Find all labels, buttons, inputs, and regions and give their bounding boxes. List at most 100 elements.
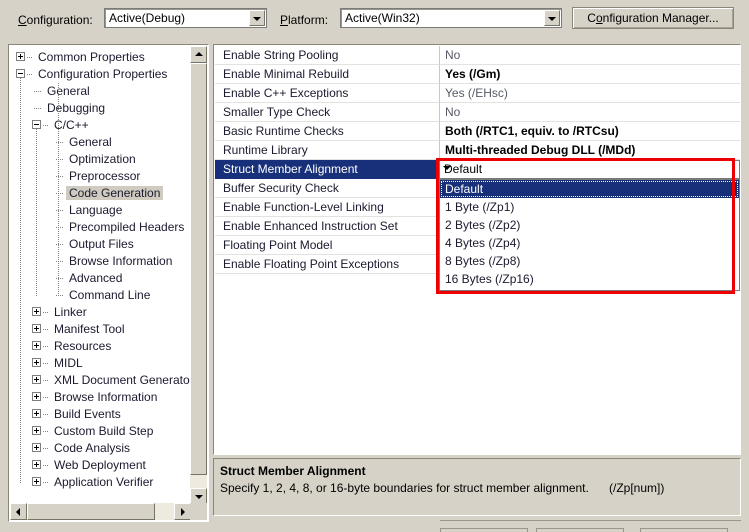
property-name: Struct Member Alignment	[215, 160, 439, 179]
tree-item-preprocessor[interactable]: Preprocessor	[66, 168, 143, 184]
property-name: Buffer Security Check	[215, 179, 439, 198]
tree-item-command-line[interactable]: Command Line	[66, 287, 153, 303]
tree-connector	[43, 448, 49, 449]
tree-connector	[34, 108, 42, 109]
property-value[interactable]: Multi-threaded Debug DLL (/MDd)	[439, 141, 740, 160]
expand-icon[interactable]	[32, 392, 41, 401]
expand-icon[interactable]	[32, 341, 41, 350]
dropdown-option[interactable]: 4 Bytes (/Zp4)	[440, 234, 739, 252]
tree-guide-root	[20, 78, 21, 483]
tree-item-manifest-tool[interactable]: Manifest Tool	[51, 321, 127, 337]
chevron-down-icon[interactable]	[544, 10, 560, 26]
property-row[interactable]: Struct Member Alignment Default	[215, 160, 740, 179]
tree-item-code-generation[interactable]: Code Generation	[66, 185, 164, 201]
apply-button[interactable]	[640, 528, 728, 532]
collapse-icon[interactable]	[16, 69, 25, 78]
platform-label: Platform:	[280, 13, 328, 27]
property-value[interactable]: Both (/RTC1, equiv. to /RTCsu)	[439, 122, 740, 141]
property-grid[interactable]: Enable String Pooling No Enable Minimal Re…	[215, 46, 740, 454]
dropdown-option[interactable]: 1 Byte (/Zp1)	[440, 198, 739, 216]
property-value[interactable]: No	[439, 103, 740, 122]
property-row[interactable]: Enable Minimal Rebuild Yes (/Gm)	[215, 65, 740, 84]
configuration-manager-button[interactable]: Configuration Manager...	[572, 7, 734, 29]
tree-item-build-events[interactable]: Build Events	[51, 406, 124, 422]
expand-icon[interactable]	[32, 460, 41, 469]
expand-icon[interactable]	[32, 443, 41, 452]
tree-item-label: Manifest Tool	[54, 322, 125, 336]
property-row[interactable]: Enable String Pooling No	[215, 46, 740, 65]
cancel-button[interactable]	[536, 528, 624, 532]
expand-icon[interactable]	[32, 409, 41, 418]
tree-item-output-files[interactable]: Output Files	[66, 236, 137, 252]
dropdown-option[interactable]: 2 Bytes (/Zp2)	[440, 216, 739, 234]
tree-item-optimization[interactable]: Optimization	[66, 151, 139, 167]
tree-item-browse-information[interactable]: Browse Information	[66, 253, 175, 269]
property-pages-dialog: Configuration: Active(Debug) Platform: A…	[0, 0, 749, 532]
tree-horizontal-scrollbar[interactable]	[10, 503, 191, 520]
tree-item-language[interactable]: Language	[66, 202, 125, 218]
expand-icon[interactable]	[32, 324, 41, 333]
tree-vertical-scrollbar[interactable]	[190, 46, 207, 505]
property-value[interactable]: No	[439, 46, 740, 65]
property-value[interactable]: Yes (/EHsc)	[439, 84, 740, 103]
tree-item-label: MIDL	[54, 356, 83, 370]
tree-item-browse-information[interactable]: Browse Information	[51, 389, 160, 405]
tree-item-label: Common Properties	[38, 50, 145, 64]
property-name: Enable Floating Point Exceptions	[215, 255, 439, 274]
tree-item-label: Command Line	[69, 288, 151, 302]
expand-icon[interactable]	[32, 358, 41, 367]
platform-combobox[interactable]: Active(Win32)	[340, 8, 562, 28]
tree-item-label: Precompiled Headers	[69, 220, 185, 234]
property-row[interactable]: Runtime Library Multi-threaded Debug DLL …	[215, 141, 740, 160]
tree-connector	[43, 465, 49, 466]
property-value-dropdown-list[interactable]: Default 1 Byte (/Zp1) 2 Bytes (/Zp2) 4 Byte…	[439, 179, 740, 291]
tree-item-configuration-properties[interactable]: Configuration Properties	[35, 66, 170, 82]
scroll-left-button[interactable]	[10, 503, 27, 520]
tree-connector	[43, 363, 49, 364]
tree-item-general[interactable]: General	[66, 134, 115, 150]
chevron-down-icon[interactable]	[249, 10, 265, 26]
configuration-combobox[interactable]: Active(Debug)	[104, 8, 267, 28]
tree-item-custom-build-step[interactable]: Custom Build Step	[51, 423, 156, 439]
expand-icon[interactable]	[32, 375, 41, 384]
property-row[interactable]: Smaller Type Check No	[215, 103, 740, 122]
tree-connector	[43, 312, 49, 313]
dropdown-option[interactable]: Default	[440, 180, 739, 198]
ok-button[interactable]	[440, 528, 528, 532]
platform-label-accel: P	[280, 13, 289, 27]
collapse-icon[interactable]	[32, 120, 41, 129]
tree-connector	[43, 329, 49, 330]
property-value-combobox[interactable]: Default	[439, 160, 740, 179]
tree-hscroll-thumb[interactable]	[27, 503, 155, 520]
tree-item-application-verifier[interactable]: Application Verifier	[51, 474, 156, 490]
expand-icon[interactable]	[32, 477, 41, 486]
tree-connector	[43, 414, 49, 415]
scroll-right-button[interactable]	[174, 503, 191, 520]
tree-item-web-deployment[interactable]: Web Deployment	[51, 457, 149, 473]
tree-item-precompiled-headers[interactable]: Precompiled Headers	[66, 219, 187, 235]
property-row[interactable]: Enable C++ Exceptions Yes (/EHsc)	[215, 84, 740, 103]
tree-item-code-analysis[interactable]: Code Analysis	[51, 440, 133, 456]
tree-vscroll-thumb[interactable]	[190, 63, 207, 475]
expand-icon[interactable]	[32, 426, 41, 435]
expand-icon[interactable]	[16, 52, 25, 61]
dropdown-option[interactable]: 8 Bytes (/Zp8)	[440, 252, 739, 270]
tree-item-label: Debugging	[47, 101, 106, 115]
tree-item-general[interactable]: General	[44, 83, 93, 99]
tree-item-linker[interactable]: Linker	[51, 304, 90, 320]
property-row[interactable]: Basic Runtime Checks Both (/RTC1, equiv. …	[215, 122, 740, 141]
tree-item-common-properties[interactable]: Common Properties	[35, 49, 148, 65]
tree-item-label: Resources	[54, 339, 112, 353]
tree-item-midl[interactable]: MIDL	[51, 355, 86, 371]
tree-item-xml-document-generator[interactable]: XML Document Generator	[51, 372, 191, 388]
configuration-tree[interactable]: Common Properties Configuration Propertie…	[10, 46, 191, 505]
expand-icon[interactable]	[32, 307, 41, 316]
tree-item-advanced[interactable]: Advanced	[66, 270, 125, 286]
property-name: Enable Function-Level Linking	[215, 198, 439, 217]
tree-item-debugging[interactable]: Debugging	[44, 100, 108, 116]
dropdown-option[interactable]: 16 Bytes (/Zp16)	[440, 270, 739, 288]
platform-combobox-value: Active(Win32)	[345, 11, 420, 25]
tree-item-resources[interactable]: Resources	[51, 338, 114, 354]
scroll-up-button[interactable]	[190, 46, 207, 63]
property-value[interactable]: Yes (/Gm)	[439, 65, 740, 84]
